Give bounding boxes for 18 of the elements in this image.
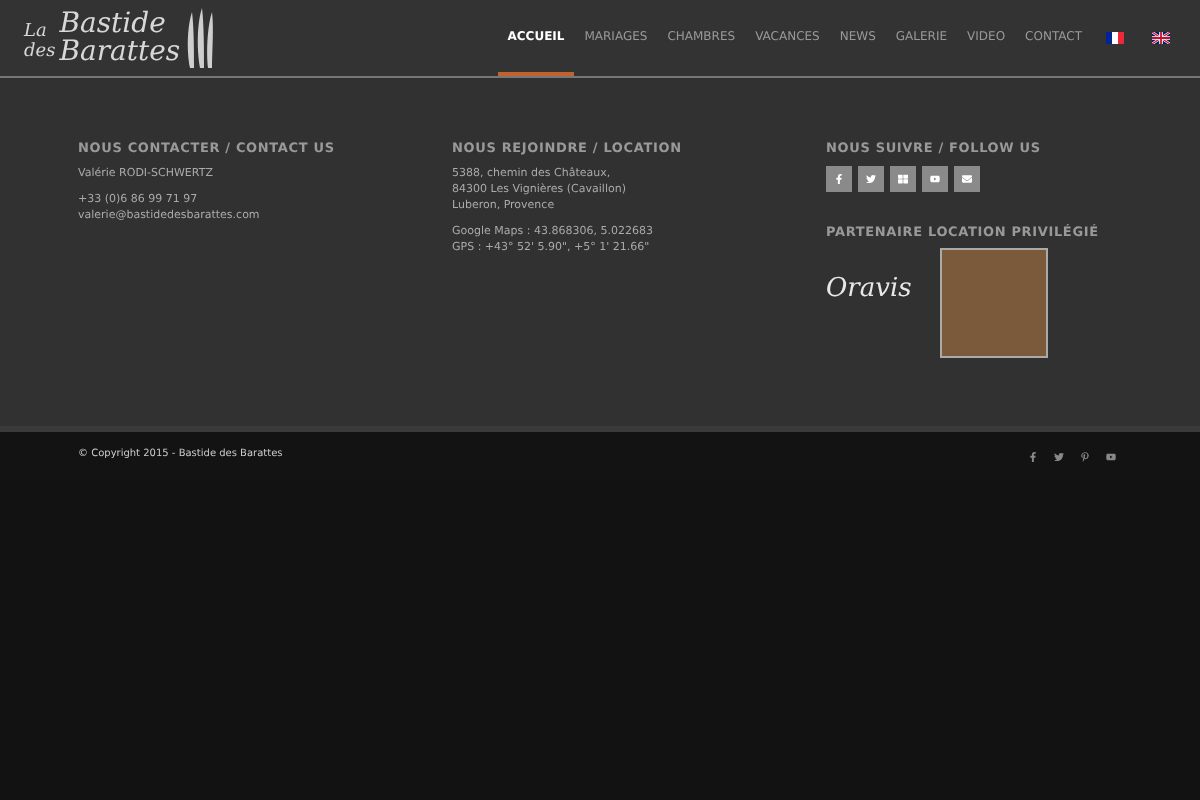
pinterest-icon[interactable] bbox=[1080, 451, 1090, 461]
twitter-button[interactable] bbox=[858, 166, 884, 192]
twitter-icon bbox=[866, 174, 876, 184]
facebook-button[interactable] bbox=[826, 166, 852, 192]
photo-placeholder bbox=[939, 248, 1048, 358]
youtube-button[interactable] bbox=[922, 166, 948, 192]
mail-icon bbox=[962, 174, 972, 184]
grid-button[interactable] bbox=[890, 166, 916, 192]
twitter-icon[interactable] bbox=[1054, 451, 1064, 461]
facebook-icon[interactable] bbox=[1028, 451, 1038, 461]
mail-button[interactable] bbox=[954, 166, 980, 192]
facebook-icon bbox=[834, 174, 844, 184]
grid-icon bbox=[898, 174, 908, 184]
french-flag-icon[interactable] bbox=[1106, 32, 1124, 44]
youtube-icon bbox=[930, 174, 940, 184]
youtube-icon[interactable] bbox=[1106, 451, 1116, 461]
partner-logo[interactable]: Oravis bbox=[826, 276, 912, 304]
british-flag-icon[interactable] bbox=[1152, 32, 1170, 44]
